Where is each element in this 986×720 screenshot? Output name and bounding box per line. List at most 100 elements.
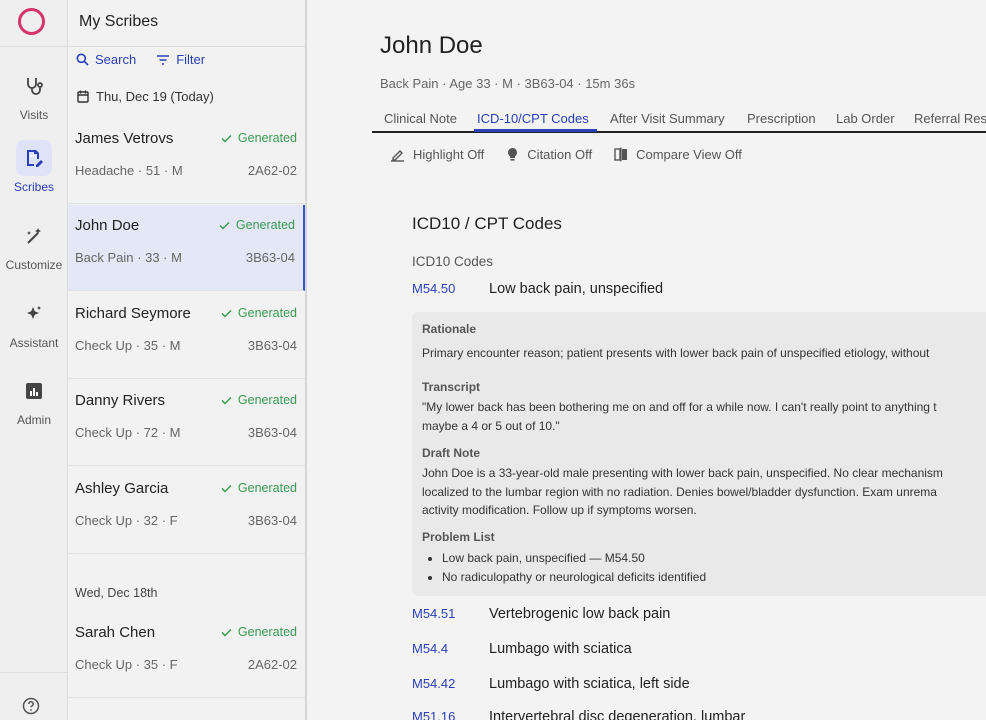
draft-note-line: localized to the lumbar region with no r…	[422, 485, 937, 499]
status-label: Generated	[237, 393, 297, 407]
rationale-heading: Rationale	[422, 322, 477, 336]
filter-button[interactable]: Filter	[156, 52, 205, 67]
date-header-today: Thu, Dec 19 (Today)	[77, 89, 214, 104]
entry-name: Ashley Garcia	[75, 480, 169, 497]
status-label: Generated	[237, 481, 297, 495]
filter-icon	[157, 54, 170, 65]
entry-code: 3B63-04	[245, 250, 295, 265]
tab-after-visit-summary[interactable]: After Visit Summary	[610, 111, 725, 126]
scribe-icon	[16, 140, 52, 176]
compare-icon	[614, 147, 628, 162]
status-badge: Generated	[221, 393, 297, 407]
status-badge: Generated	[219, 218, 295, 232]
scribe-entry-selected[interactable]: John Doe Generated Back Pain · 33 · M 3B…	[68, 205, 305, 291]
entry-name: Danny Rivers	[75, 392, 166, 409]
problem-item: Low back pain, unspecified — M54.50	[442, 549, 706, 568]
list-header-divider	[68, 46, 305, 47]
scribe-entry[interactable]: James Vetrovs Generated Headache · 51 · …	[68, 118, 305, 204]
check-icon	[221, 628, 232, 637]
entry-meta: Headache · 51 · M	[75, 163, 183, 178]
brand-logo[interactable]	[18, 8, 45, 35]
calendar-icon	[77, 90, 89, 103]
nav-item-visits[interactable]: Visits	[0, 68, 68, 132]
date-header-earlier: Wed, Dec 18th	[75, 586, 158, 600]
entry-code: 2A62-02	[247, 163, 297, 178]
rail-divider	[0, 46, 68, 47]
entry-meta: Check Up · 72 · M	[75, 425, 181, 440]
list-title: My Scribes	[79, 13, 159, 30]
filter-label: Filter	[176, 52, 206, 67]
nav-label-assistant: Assistant	[9, 336, 59, 350]
tab-icd-cpt-codes[interactable]: ICD-10/CPT Codes	[477, 111, 589, 126]
code-description: Low back pain, unspecified	[489, 281, 664, 297]
check-icon	[221, 396, 232, 405]
check-icon	[221, 484, 232, 493]
entry-name: James Vetrovs	[75, 130, 174, 147]
code-link[interactable]: M51.16	[412, 709, 455, 720]
nav-item-assistant[interactable]: Assistant	[0, 296, 68, 360]
search-button[interactable]: Search	[76, 52, 136, 67]
tab-prescription[interactable]: Prescription	[747, 111, 816, 126]
check-icon	[221, 309, 232, 318]
scribe-entry[interactable]: Ashley Garcia Generated Check Up · 32 · …	[68, 468, 305, 554]
stethoscope-icon	[16, 68, 52, 104]
highlight-label: Highlight Off	[413, 147, 485, 162]
status-badge: Generated	[221, 131, 297, 145]
entry-code: 3B63-04	[247, 513, 297, 528]
nav-label-scribes: Scribes	[13, 180, 54, 194]
scribe-detail-panel: John Doe Back Pain · Age 33 · M · 3B63-0…	[308, 0, 986, 720]
status-badge: Generated	[221, 481, 297, 495]
transcript-line: maybe a 4 or 5 out of 10."	[422, 419, 560, 433]
code-detail-card: Rationale Primary encounter reason; pati…	[412, 312, 986, 596]
scribes-list-panel: My Scribes Search Filter Thu, Dec 19 (To…	[68, 0, 307, 720]
code-link[interactable]: M54.42	[412, 676, 455, 691]
chart-icon	[16, 373, 52, 409]
problem-list-heading: Problem List	[422, 530, 495, 544]
problem-list: Low back pain, unspecified — M54.50 No r…	[442, 549, 706, 587]
code-link[interactable]: M54.50	[412, 281, 455, 296]
tab-clinical-note[interactable]: Clinical Note	[384, 111, 457, 126]
tab-referral[interactable]: Referral Res	[914, 111, 986, 126]
nav-item-customize[interactable]: Customize	[0, 218, 68, 282]
nav-item-scribes[interactable]: Scribes	[0, 140, 68, 204]
status-badge: Generated	[221, 625, 297, 639]
highlight-toggle[interactable]: Highlight Off	[390, 147, 484, 162]
check-icon	[221, 134, 232, 143]
entry-meta: Check Up · 35 · M	[75, 338, 181, 353]
date-label-today: Thu, Dec 19 (Today)	[96, 89, 214, 104]
status-label: Generated	[235, 218, 295, 232]
nav-label-visits: Visits	[19, 108, 49, 122]
code-description: Vertebrogenic low back pain	[489, 606, 671, 622]
draft-note-line: activity modification. Follow up if symp…	[422, 503, 697, 517]
list-tools: Search Filter	[76, 52, 225, 67]
rail-divider	[0, 672, 68, 673]
nav-item-admin[interactable]: Admin	[0, 373, 68, 437]
draft-note-heading: Draft Note	[422, 446, 481, 460]
scribe-entry[interactable]: Danny Rivers Generated Check Up · 72 · M…	[68, 380, 305, 466]
transcript-line: "My lower back has been bothering me on …	[422, 400, 937, 414]
code-link[interactable]: M54.51	[412, 606, 455, 621]
entry-name: Sarah Chen	[75, 624, 156, 641]
scribe-entry[interactable]: Richard Seymore Generated Check Up · 35 …	[68, 293, 305, 379]
nav-label-admin: Admin	[16, 413, 51, 427]
code-description: Lumbago with sciatica, left side	[489, 676, 690, 692]
scribe-entry[interactable]: Sarah Chen Generated Check Up · 35 · F 2…	[68, 612, 305, 698]
code-description: Lumbago with sciatica	[489, 641, 632, 657]
nav-rail: Visits Scribes Customize Assistant Admin	[0, 0, 68, 720]
search-icon	[76, 53, 89, 66]
citation-label: Citation Off	[527, 147, 593, 162]
entry-code: 2A62-02	[247, 657, 297, 672]
wand-icon	[16, 218, 52, 254]
lightbulb-icon	[508, 148, 518, 161]
compare-view-toggle[interactable]: Compare View Off	[614, 147, 742, 162]
help-icon[interactable]	[22, 697, 40, 720]
section-title: ICD10 / CPT Codes	[412, 214, 562, 233]
tab-lab-order[interactable]: Lab Order	[836, 111, 895, 126]
problem-item: No radiculopathy or neurological deficit…	[442, 568, 706, 587]
nav-label-customize: Customize	[5, 258, 63, 272]
status-label: Generated	[237, 306, 297, 320]
entry-meta: Check Up · 35 · F	[75, 657, 178, 672]
citation-toggle[interactable]: Citation Off	[506, 147, 592, 162]
status-label: Generated	[237, 625, 297, 639]
code-link[interactable]: M54.4	[412, 641, 448, 656]
